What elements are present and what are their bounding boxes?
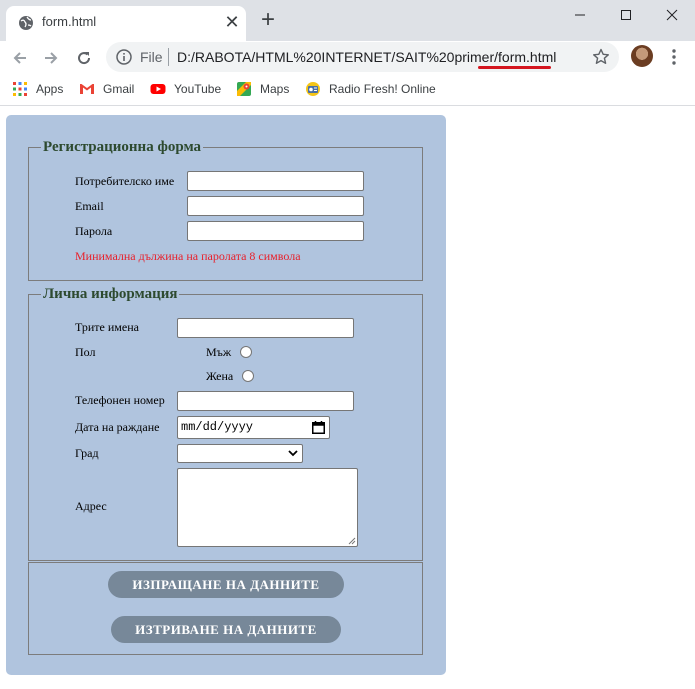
female-label: Жена — [206, 369, 234, 383]
gender-label: Пол — [75, 345, 96, 359]
username-label: Потребителско име — [75, 174, 175, 188]
profile-avatar[interactable] — [631, 45, 653, 67]
browser-tab[interactable]: form.html ✕ — [6, 6, 246, 41]
password-hint: Минимална дължина на паролата 8 символа — [75, 249, 301, 263]
bookmark-gmail[interactable]: Gmail — [79, 79, 134, 99]
birthdate-placeholder: mm/dd/yyyy — [181, 420, 254, 434]
close-tab-icon[interactable]: ✕ — [222, 12, 242, 32]
bookmarks-bar: Apps Gmail YouTube Maps Radio Fresh! Onl… — [0, 73, 695, 106]
email-label: Email — [75, 199, 104, 213]
address-textarea[interactable] — [177, 468, 358, 547]
more-menu-icon[interactable] — [666, 47, 682, 67]
new-tab-button[interactable]: + — [257, 8, 279, 32]
apps-grid-icon — [13, 82, 27, 96]
submit-button[interactable]: ИЗПРАЩАНЕ НА ДАННИТЕ — [108, 571, 344, 598]
page-content: Регистрационна форма Потребителско име E… — [0, 106, 695, 689]
address-bar[interactable]: File D:/RABOTA/HTML%20INTERNET/SAIT%20pr… — [106, 42, 619, 72]
bookmark-star-icon[interactable] — [592, 48, 610, 66]
globe-icon — [19, 16, 33, 30]
bookmark-maps[interactable]: Maps — [236, 79, 289, 99]
password-label: Парола — [75, 224, 113, 238]
chevron-down-icon — [288, 450, 298, 457]
tab-title: form.html — [42, 14, 97, 29]
male-radio[interactable] — [240, 346, 252, 358]
info-icon[interactable] — [116, 49, 132, 65]
bookmark-label: Radio Fresh! Online — [329, 82, 436, 96]
url-scheme: File — [140, 49, 163, 65]
bookmark-label: Apps — [36, 82, 64, 96]
phone-input[interactable] — [177, 391, 354, 411]
url-annotation-underline — [478, 66, 551, 69]
tab-strip: form.html ✕ + — [0, 0, 695, 41]
bookmark-label: Maps — [260, 82, 290, 96]
phone-label: Телефонен номер — [75, 393, 165, 407]
reload-icon — [78, 52, 91, 65]
city-label: Град — [75, 446, 99, 460]
url-text[interactable]: D:/RABOTA/HTML%20INTERNET/SAIT%20primer/… — [177, 49, 556, 65]
bookmark-apps[interactable]: Apps — [12, 79, 63, 99]
password-input[interactable] — [187, 221, 364, 241]
browser-toolbar: File D:/RABOTA/HTML%20INTERNET/SAIT%20pr… — [0, 41, 695, 73]
username-input[interactable] — [187, 171, 364, 191]
bookmark-radio-fresh[interactable]: Radio Fresh! Online — [305, 79, 436, 99]
maps-icon — [237, 82, 251, 96]
bookmark-label: Gmail — [103, 82, 135, 96]
minimize-icon — [575, 14, 585, 16]
male-label: Мъж — [206, 345, 232, 359]
resize-handle-icon[interactable] — [348, 537, 356, 545]
email-input[interactable] — [187, 196, 364, 216]
calendar-icon[interactable] — [312, 421, 325, 434]
gmail-icon — [80, 84, 94, 94]
fullname-label: Трите имена — [75, 320, 139, 334]
radio-emoji-icon — [306, 82, 320, 96]
close-window-button[interactable] — [649, 0, 695, 30]
bookmark-youtube[interactable]: YouTube — [150, 79, 221, 99]
birthdate-input[interactable]: mm/dd/yyyy — [177, 416, 330, 439]
birthdate-label: Дата на раждане — [75, 420, 160, 434]
personal-info-legend: Лична информация — [43, 286, 178, 302]
minimize-button[interactable] — [557, 0, 603, 30]
registration-legend: Регистрационна форма — [43, 139, 202, 155]
registration-form: Регистрационна форма Потребителско име E… — [6, 115, 446, 675]
back-button[interactable] — [9, 47, 31, 69]
city-select[interactable] — [177, 444, 303, 463]
back-arrow-icon — [13, 52, 26, 64]
forward-button[interactable] — [40, 47, 62, 69]
close-icon — [666, 9, 678, 21]
forward-arrow-icon — [45, 52, 58, 64]
reset-button[interactable]: ИЗТРИВАНЕ НА ДАННИТЕ — [111, 616, 341, 643]
maximize-button[interactable] — [603, 0, 649, 30]
youtube-icon — [150, 84, 166, 94]
reload-button[interactable] — [73, 47, 95, 69]
fullname-input[interactable] — [177, 318, 354, 338]
url-separator — [168, 48, 169, 66]
female-radio[interactable] — [242, 370, 254, 382]
maximize-icon — [621, 10, 631, 20]
bookmark-label: YouTube — [174, 82, 222, 96]
address-label: Адрес — [75, 499, 107, 513]
